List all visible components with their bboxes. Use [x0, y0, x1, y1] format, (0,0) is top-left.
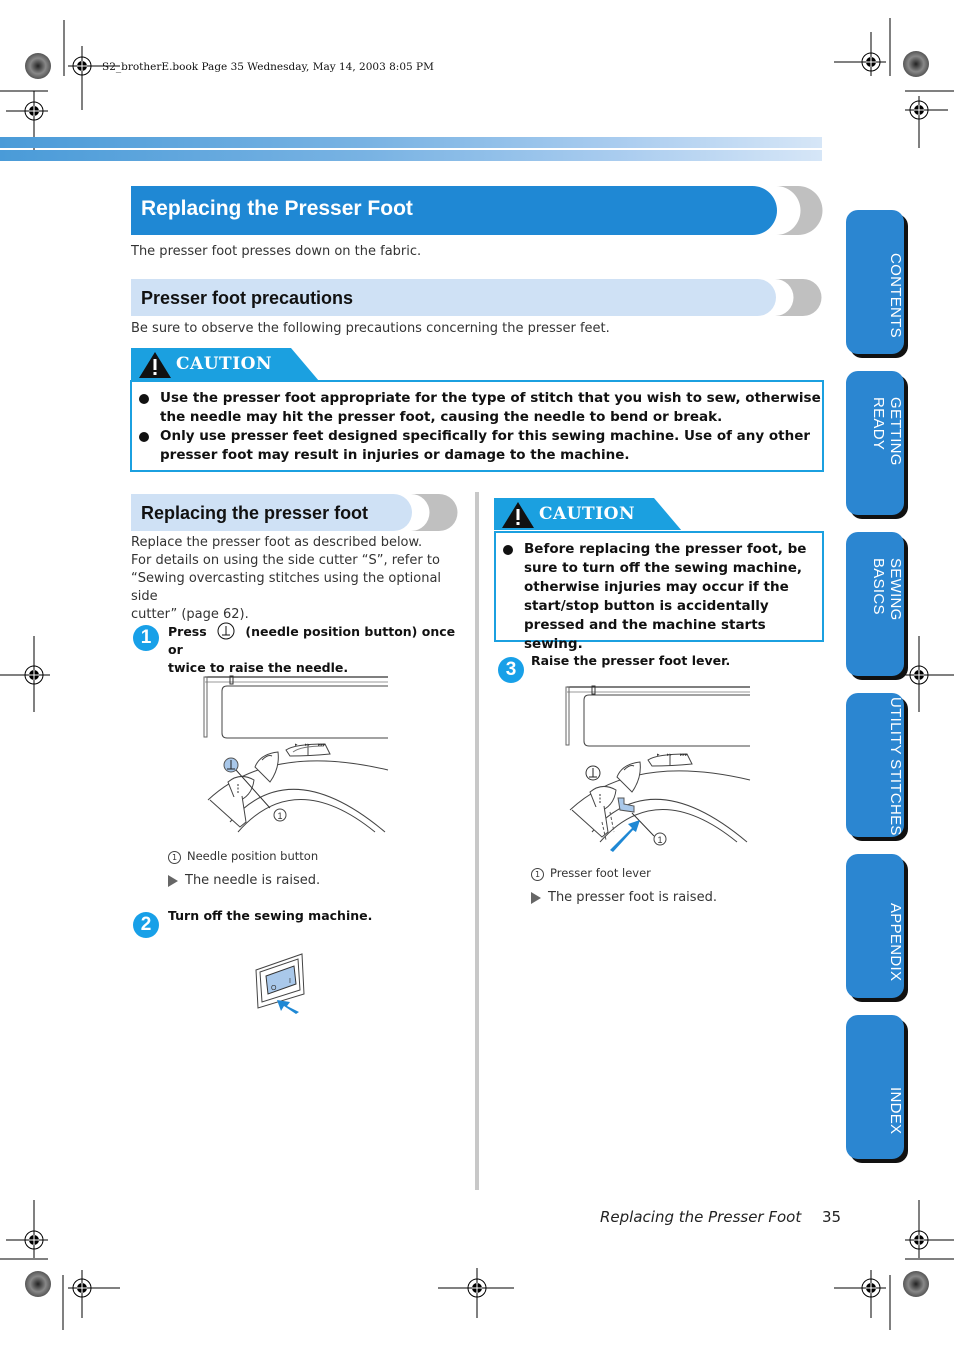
caution-text: Before replacing the presser foot, be su… — [524, 541, 807, 652]
column-divider — [475, 492, 479, 1190]
caution-item: Use the presser foot appropriate for the… — [132, 389, 822, 427]
intro-line: For details on using the side cutter “S”… — [131, 553, 440, 568]
intro-text: The presser foot presses down on the fab… — [131, 244, 422, 259]
result-needle-raised: The needle is raised. — [168, 873, 320, 888]
result-text: The needle is raised. — [185, 873, 321, 888]
speed-label: ▸▸ — [305, 742, 311, 748]
color-disc-icon — [903, 1271, 929, 1297]
replacing-intro: Replace the presser foot as described be… — [131, 534, 471, 624]
bullet-icon — [139, 394, 149, 404]
intro-line: “Sewing overcasting stitches using the o… — [131, 571, 442, 604]
step-number: 1 — [133, 625, 159, 651]
header-band — [0, 137, 822, 148]
switch-on-label: I — [289, 978, 291, 985]
precautions-intro: Be sure to observe the following precaut… — [131, 321, 610, 336]
needle-position-icon — [217, 622, 235, 640]
presser-foot-lever-highlight — [617, 797, 635, 813]
header-band — [0, 150, 822, 161]
side-tab-label: INDEX — [887, 1087, 904, 1135]
caution-box: Use the presser foot appropriate for the… — [130, 380, 824, 472]
result-arrow-icon — [168, 874, 178, 887]
caption-text: Presser foot lever — [550, 866, 651, 880]
bullet-icon — [503, 545, 513, 555]
side-tab-label: SEWING BASICS — [870, 558, 904, 621]
speed-label: ▸▸ — [667, 752, 673, 758]
page-number: 35 — [822, 1208, 842, 1226]
side-tab-sewing-basics[interactable]: SEWING BASICS — [846, 532, 904, 676]
caution-label: CAUTION — [176, 354, 272, 374]
section-heading-precautions: Presser foot precautions — [141, 288, 354, 308]
caution-item: Only use presser feet designed specifica… — [132, 427, 822, 465]
footer-section-title: Replacing the Presser Foot — [600, 1208, 802, 1226]
step-2-text: Turn off the sewing machine. — [168, 908, 373, 923]
switch-off-label: O — [271, 985, 277, 992]
intro-line: Replace the presser foot as described be… — [131, 535, 423, 550]
caption-needle-button: 1 Needle position button — [168, 849, 318, 864]
side-tab-label: CONTENTS — [887, 252, 904, 338]
callout-number: 1 — [658, 835, 663, 845]
section-heading-replacing: Replacing the presser foot — [141, 503, 369, 523]
side-tab-label: UTILITY STITCHES — [887, 697, 904, 836]
result-presser-raised: The presser foot is raised. — [531, 890, 717, 905]
caution-text: Use the presser foot appropriate for the… — [160, 390, 821, 425]
caution-item: Before replacing the presser foot, be su… — [496, 540, 822, 654]
color-disc-icon — [903, 51, 929, 77]
arrow-icon — [277, 1000, 299, 1014]
callout-marker: 1 — [168, 851, 181, 864]
side-tab-getting-ready[interactable]: GETTING READY — [846, 371, 904, 515]
caption-presser-lever: 1 Presser foot lever — [531, 866, 651, 881]
page-title: Replacing the Presser Foot — [141, 197, 413, 220]
print-header: S2_brotherE.book Page 35 Wednesday, May … — [102, 61, 434, 73]
caution-box: Before replacing the presser foot, be su… — [494, 531, 824, 652]
callout-number: 1 — [278, 811, 283, 821]
section-heading-cap — [775, 279, 822, 316]
side-tab-label: APPENDIX — [887, 902, 904, 982]
side-tab-appendix[interactable]: APPENDIX — [846, 854, 904, 998]
side-tab-utility-stitches[interactable]: UTILITY STITCHES — [846, 693, 904, 837]
step-text-part: Press — [168, 624, 207, 639]
color-disc-icon — [25, 1271, 51, 1297]
step-3-text: Raise the presser foot lever. — [531, 653, 731, 668]
color-disc-icon — [25, 53, 51, 79]
machine-illustration-lever: ▸ ▸▸ ▸▸▸ 1 — [565, 685, 751, 852]
step-number: 3 — [498, 657, 524, 683]
caution-text: Only use presser feet designed specifica… — [160, 428, 811, 463]
bullet-icon — [139, 432, 149, 442]
side-tab-contents[interactable]: CONTENTS — [846, 210, 904, 354]
result-arrow-icon — [531, 891, 541, 904]
speed-label: ▸▸▸ — [680, 752, 688, 758]
caution-label: CAUTION — [539, 504, 635, 524]
callout-marker: 1 — [531, 868, 544, 881]
side-tab-index[interactable]: INDEX — [846, 1015, 904, 1159]
caption-text: Needle position button — [187, 849, 319, 863]
step-1-text: Press (needle position button) once or t… — [168, 622, 468, 677]
section-heading-cap — [411, 494, 458, 531]
power-switch-illustration: O I — [255, 953, 305, 1014]
result-text: The presser foot is raised. — [548, 890, 717, 905]
arrow-icon — [610, 820, 640, 852]
step-text-part: (needle position button) once or — [168, 624, 456, 657]
step-number: 2 — [133, 912, 159, 938]
title-bar-cap — [776, 186, 823, 235]
page-footer: Replacing the Presser Foot 35 — [600, 1208, 841, 1226]
speed-label: ▸▸▸ — [318, 742, 326, 748]
side-tab-label: GETTING READY — [870, 397, 904, 466]
machine-illustration-needle: ▸ ▸▸ ▸▸▸ 1 — [203, 675, 389, 833]
